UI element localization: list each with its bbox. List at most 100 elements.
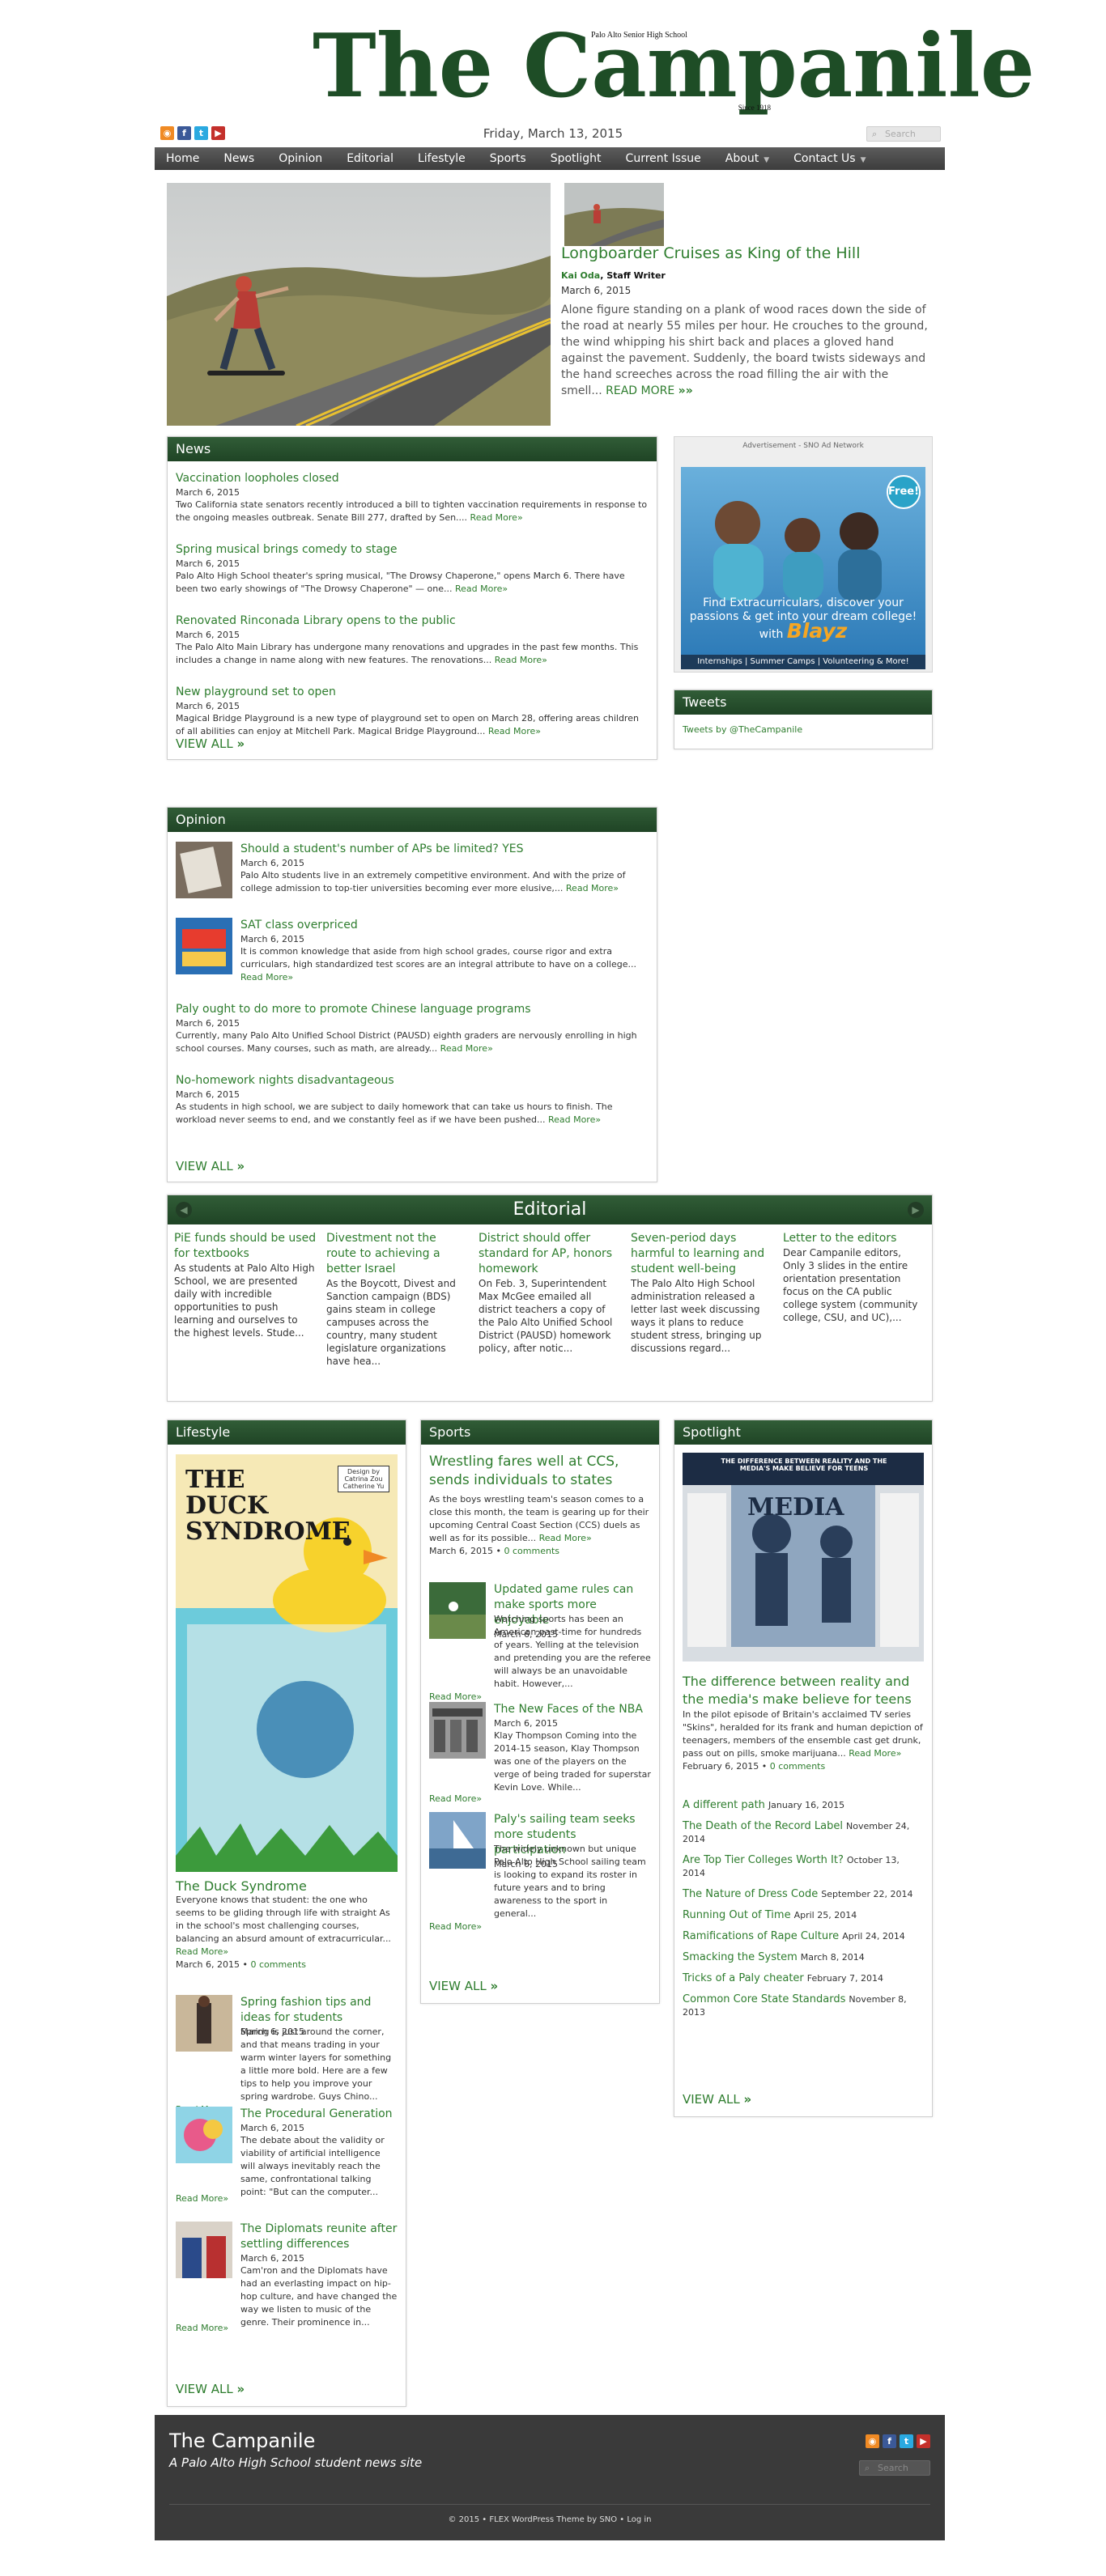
rss-icon[interactable]: ◉	[160, 126, 174, 140]
article-title[interactable]: No-homework nights disadvantageous	[176, 1073, 649, 1089]
article-title[interactable]: New playground set to open	[176, 685, 649, 700]
read-more-link[interactable]: Read More»	[548, 1114, 601, 1125]
article-thumbnail[interactable]	[176, 2107, 232, 2163]
article-title[interactable]: PiE funds should be used for textbooks	[174, 1231, 317, 1262]
article-title[interactable]: The Procedural Generation	[240, 2107, 398, 2122]
footer-site-name[interactable]: The Campanile	[169, 2430, 315, 2452]
twitter-icon[interactable]: t	[900, 2434, 913, 2448]
lifestyle-cover-image[interactable]: THE DUCK SYNDROME Design by Catrina Zou …	[176, 1454, 398, 1872]
article-title[interactable]: Are Top Tier Colleges Worth It?	[683, 1854, 844, 1866]
read-more-link[interactable]: Read More»	[176, 1946, 228, 1957]
news-heading[interactable]: News	[168, 437, 657, 461]
chevron-left-icon[interactable]: ◀	[176, 1202, 192, 1218]
read-more-link[interactable]: Read More»	[849, 1748, 901, 1759]
footer-search-input[interactable]: ⌕ Search	[859, 2460, 930, 2476]
read-more-link[interactable]: Read More»	[176, 2323, 228, 2333]
article-title[interactable]: Tricks of a Paly cheater	[683, 1972, 804, 1984]
nav-lifestyle[interactable]: Lifestyle	[418, 152, 466, 165]
article-title[interactable]: Vaccination loopholes closed	[176, 471, 649, 486]
nav-about[interactable]: About ▼	[725, 152, 769, 165]
read-more-link[interactable]: Read More»	[566, 883, 619, 893]
facebook-icon[interactable]: f	[883, 2434, 896, 2448]
featured-title[interactable]: Longboarder Cruises as King of the Hill	[561, 244, 934, 262]
read-more-link[interactable]: Read More»	[176, 2193, 228, 2204]
tweets-link[interactable]: Tweets by @TheCampanile	[683, 724, 802, 735]
list-item: Ramifications of Rape Culture April 24, 2…	[683, 1930, 924, 1943]
article-title[interactable]: Renovated Rinconada Library opens to the…	[176, 613, 649, 629]
article-title[interactable]: The Diplomats reunite after settling dif…	[240, 2222, 398, 2252]
article-title[interactable]: The difference between reality and the m…	[683, 1673, 924, 1708]
lifestyle-heading[interactable]: Lifestyle	[168, 1420, 406, 1445]
article-title[interactable]: Common Core State Standards	[683, 1993, 845, 2005]
article-title[interactable]: Spring musical brings comedy to stage	[176, 542, 649, 558]
nav-sports[interactable]: Sports	[490, 152, 526, 165]
article-title[interactable]: The Nature of Dress Code	[683, 1888, 818, 1900]
article-title[interactable]: The Death of the Record Label	[683, 1820, 843, 1832]
article-title[interactable]: The Duck Syndrome	[176, 1878, 398, 1894]
twitter-icon[interactable]: t	[194, 126, 208, 140]
read-more-link[interactable]: Read More»	[240, 972, 293, 982]
comments-link[interactable]: 0 comments	[770, 1761, 826, 1772]
read-more-link[interactable]: Read More»	[455, 584, 508, 594]
featured-read-more[interactable]: READ MORE »»	[606, 384, 693, 397]
featured-thumbnail[interactable]	[564, 183, 664, 246]
sports-heading[interactable]: Sports	[421, 1420, 659, 1445]
read-more-link[interactable]: Read More»	[470, 512, 523, 523]
read-more-link[interactable]: Read More»	[429, 1921, 482, 1932]
spotlight-cover-image[interactable]: THE DIFFERENCE BETWEEN REALITY AND THE M…	[683, 1453, 924, 1661]
opinion-heading[interactable]: Opinion	[168, 808, 657, 832]
sports-view-all[interactable]: VIEW ALL »	[429, 1979, 498, 1993]
current-date: Friday, March 13, 2015	[483, 126, 623, 141]
article-title[interactable]: Smacking the System	[683, 1951, 798, 1963]
news-view-all[interactable]: VIEW ALL »	[176, 736, 245, 751]
nav-home[interactable]: Home	[166, 152, 199, 165]
article-title[interactable]: Paly ought to do more to promote Chinese…	[176, 1002, 649, 1017]
comments-link[interactable]: 0 comments	[504, 1546, 560, 1556]
opinion-view-all[interactable]: VIEW ALL »	[176, 1159, 245, 1173]
article-title[interactable]: Seven-period days harmful to learning an…	[631, 1231, 773, 1277]
nav-opinion[interactable]: Opinion	[279, 152, 322, 165]
article-thumbnail[interactable]	[176, 918, 232, 974]
search-input[interactable]: ⌕ Search	[866, 126, 941, 142]
nav-current-issue[interactable]: Current Issue	[626, 152, 701, 165]
nav-news[interactable]: News	[223, 152, 254, 165]
article-title[interactable]: A different path	[683, 1799, 765, 1811]
nav-editorial[interactable]: Editorial	[347, 152, 393, 165]
article-thumbnail[interactable]	[176, 2222, 232, 2278]
spotlight-heading[interactable]: Spotlight	[674, 1420, 932, 1445]
read-more-link[interactable]: Read More»	[488, 726, 541, 736]
article-title[interactable]: Should a student's number of APs be limi…	[240, 842, 649, 857]
article-title[interactable]: District should offer standard for AP, h…	[479, 1231, 621, 1277]
read-more-link[interactable]: Read More»	[440, 1043, 493, 1054]
youtube-icon[interactable]: ▶	[211, 126, 225, 140]
article-title[interactable]: SAT class overpriced	[240, 918, 649, 933]
nav-contact[interactable]: Contact Us ▼	[793, 152, 866, 165]
editorial-heading[interactable]: Editorial	[513, 1199, 587, 1220]
article-thumbnail[interactable]	[429, 1702, 486, 1759]
youtube-icon[interactable]: ▶	[917, 2434, 930, 2448]
read-more-link[interactable]: Read More»	[495, 655, 547, 665]
read-more-link[interactable]: Read More»	[429, 1793, 482, 1804]
article-title[interactable]: Divestment not the route to achieving a …	[326, 1231, 469, 1277]
masthead-logo[interactable]: The Campanile Palo Alto Senior High Scho…	[308, 18, 1035, 115]
article-title[interactable]: Running Out of Time	[683, 1909, 791, 1921]
read-more-link[interactable]: Read More»	[539, 1533, 592, 1543]
facebook-icon[interactable]: f	[177, 126, 191, 140]
comments-link[interactable]: 0 comments	[251, 1959, 307, 1970]
featured-image[interactable]	[167, 183, 551, 426]
author-name[interactable]: Kai Oda	[561, 270, 600, 281]
ad-banner[interactable]: Free! Find Extracurriculars, discover yo…	[681, 467, 925, 669]
article-thumbnail[interactable]	[176, 842, 232, 898]
article-title[interactable]: The New Faces of the NBA	[494, 1702, 651, 1717]
chevron-right-icon[interactable]: ▶	[908, 1202, 924, 1218]
read-more-link[interactable]: Read More»	[429, 1691, 482, 1702]
article-excerpt: Palo Alto High School theater's spring m…	[176, 571, 625, 594]
article-title[interactable]: Spring fashion tips and ideas for studen…	[240, 1995, 398, 2026]
spotlight-view-all[interactable]: VIEW ALL »	[683, 2092, 751, 2107]
article-title[interactable]: Wrestling fares well at CCS, sends indiv…	[429, 1453, 651, 1490]
article-title[interactable]: Ramifications of Rape Culture	[683, 1930, 839, 1942]
rss-icon[interactable]: ◉	[866, 2434, 879, 2448]
article-title[interactable]: Letter to the editors	[783, 1231, 925, 1246]
lifestyle-view-all[interactable]: VIEW ALL »	[176, 2382, 245, 2396]
nav-spotlight[interactable]: Spotlight	[551, 152, 602, 165]
